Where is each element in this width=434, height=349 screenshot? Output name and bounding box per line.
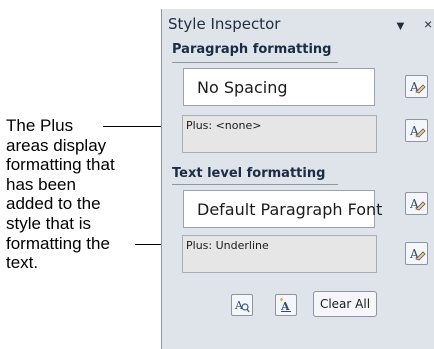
new-style-button[interactable]: A <box>275 294 297 316</box>
character-plus-box[interactable]: Plus: Underline <box>182 235 377 273</box>
new-style-icon: A <box>280 298 291 313</box>
reset-paragraph-style-button[interactable]: A <box>405 75 428 98</box>
paragraph-style-name: No Spacing <box>197 78 288 97</box>
callout-line: formatting the <box>6 233 110 253</box>
reveal-formatting-button[interactable]: A <box>231 294 253 316</box>
eraser-style-icon: A <box>409 80 426 94</box>
eraser-style-icon: A <box>409 124 426 138</box>
text-level-formatting-heading: Text level formatting <box>172 166 326 181</box>
callout-line: style that is <box>6 213 92 233</box>
paragraph-style-box[interactable]: No Spacing <box>183 68 375 106</box>
pane-options-dropdown-icon[interactable]: ▼ <box>394 18 407 33</box>
callout-line: text. <box>6 253 39 273</box>
pane-title: Style Inspector <box>168 15 281 33</box>
clear-character-formatting-button[interactable]: A <box>405 242 428 265</box>
paragraph-plus-text: Plus: <none> <box>186 119 262 132</box>
character-style-name: Default Paragraph Font <box>197 200 383 219</box>
reveal-formatting-icon: A <box>234 299 250 313</box>
section-divider <box>172 62 338 63</box>
callout-line: added to the <box>6 194 101 214</box>
eraser-style-icon: A <box>409 197 426 211</box>
character-style-box[interactable]: Default Paragraph Font <box>183 190 382 228</box>
callout-line: has been <box>6 174 76 194</box>
paragraph-plus-box[interactable]: Plus: <none> <box>182 115 377 153</box>
callout-text: The Plus areas display formatting that h… <box>6 116 156 273</box>
eraser-style-icon: A <box>409 247 426 261</box>
callout-line: formatting that <box>6 155 115 175</box>
close-icon[interactable]: × <box>424 16 432 32</box>
clear-all-button[interactable]: Clear All <box>313 291 377 317</box>
character-plus-text: Plus: Underline <box>186 239 269 252</box>
callout-line: areas display <box>6 135 107 155</box>
clear-paragraph-formatting-button[interactable]: A <box>405 119 428 142</box>
paragraph-formatting-heading: Paragraph formatting <box>172 42 332 57</box>
reset-character-style-button[interactable]: A <box>405 192 428 215</box>
style-inspector-pane: Style Inspector ▼ × Paragraph formatting… <box>161 9 434 349</box>
section-divider <box>172 184 338 185</box>
